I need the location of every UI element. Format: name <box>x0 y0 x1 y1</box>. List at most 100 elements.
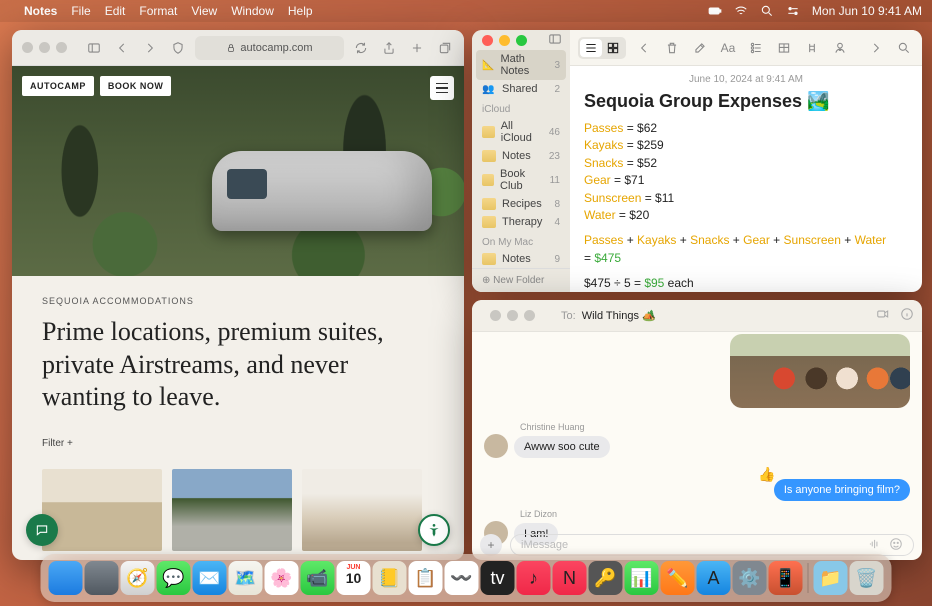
menu-view[interactable]: View <box>191 4 217 18</box>
window-zoom-button[interactable] <box>516 35 527 46</box>
window-close-button[interactable] <box>22 42 33 53</box>
dock-app-tv[interactable]: tv <box>481 561 515 595</box>
sidebar-toggle-icon[interactable] <box>83 37 105 59</box>
dock-trash[interactable]: 🗑️ <box>850 561 884 595</box>
wifi-icon[interactable] <box>734 4 748 18</box>
menu-window[interactable]: Window <box>231 4 274 18</box>
dock-app-numbers[interactable]: 📊 <box>625 561 659 595</box>
window-zoom-button[interactable] <box>524 310 535 321</box>
window-zoom-button[interactable] <box>56 42 67 53</box>
spotlight-icon[interactable] <box>760 4 774 18</box>
message-input[interactable]: iMessage <box>510 534 914 556</box>
dock-app-settings[interactable]: ⚙️ <box>733 561 767 595</box>
battery-icon[interactable] <box>708 4 722 18</box>
dock-app-facetime[interactable]: 📹 <box>301 561 335 595</box>
dock-app-notes[interactable]: ✏️ <box>661 561 695 595</box>
facetime-video-icon[interactable] <box>876 307 890 324</box>
dock-app-calendar[interactable]: JUN10 <box>337 561 371 595</box>
menu-edit[interactable]: Edit <box>105 4 126 18</box>
privacy-icon[interactable] <box>167 37 189 59</box>
book-now-button[interactable]: BOOK NOW <box>100 76 172 96</box>
dock-app-contacts[interactable]: 📒 <box>373 561 407 595</box>
audio-record-icon[interactable] <box>867 537 881 554</box>
control-center-icon[interactable] <box>786 4 800 18</box>
list-view-icon[interactable] <box>580 39 602 57</box>
forward-button[interactable] <box>139 37 161 59</box>
lock-note-icon[interactable] <box>830 38 850 58</box>
folder-book-club[interactable]: Book Club11 <box>472 165 570 195</box>
app-menu[interactable]: Notes <box>24 4 57 18</box>
window-minimize-button[interactable] <box>507 310 518 321</box>
shared-photo[interactable] <box>730 334 910 408</box>
format-icon[interactable]: Aa <box>718 38 738 58</box>
dock-app-appstore[interactable]: A <box>697 561 731 595</box>
folder-all-icloud[interactable]: All iCloud46 <box>472 117 570 147</box>
view-toggle[interactable] <box>578 37 626 59</box>
more-icon[interactable] <box>866 38 886 58</box>
site-logo[interactable]: AUTOCAMP <box>22 76 94 96</box>
folder-math-notes[interactable]: Math Notes 3 <box>476 50 566 80</box>
folder-therapy[interactable]: Therapy4 <box>472 213 570 231</box>
back-button[interactable] <box>111 37 133 59</box>
thread-name[interactable]: Wild Things 🏕️ <box>582 309 656 322</box>
chat-fab-button[interactable] <box>26 514 58 546</box>
new-tab-button[interactable] <box>406 37 428 59</box>
dock-app-safari[interactable]: 🧭 <box>121 561 155 595</box>
incoming-message[interactable]: Awww soo cute <box>514 436 610 458</box>
dock-app-mail[interactable]: ✉️ <box>193 561 227 595</box>
note-content[interactable]: June 10, 2024 at 9:41 AM Sequoia Group E… <box>570 66 922 292</box>
tabs-button[interactable] <box>434 37 456 59</box>
folder-mac-notes[interactable]: Notes9 <box>472 250 570 268</box>
folder-count: 46 <box>549 127 560 138</box>
sidebar-toggle-icon[interactable] <box>548 32 562 49</box>
info-icon[interactable] <box>900 307 914 324</box>
window-close-button[interactable] <box>482 35 493 46</box>
dock-app-passwords[interactable]: 🔑 <box>589 561 623 595</box>
accommodation-thumbnail[interactable] <box>42 469 162 551</box>
menu-file[interactable]: File <box>71 4 90 18</box>
folder-recipes[interactable]: Recipes8 <box>472 195 570 213</box>
menu-format[interactable]: Format <box>139 4 177 18</box>
folder-shared[interactable]: Shared 2 <box>472 80 570 98</box>
hamburger-menu-button[interactable] <box>430 76 454 100</box>
table-icon[interactable] <box>774 38 794 58</box>
accommodation-thumbnail[interactable] <box>172 469 292 551</box>
window-close-button[interactable] <box>490 310 501 321</box>
emoji-icon[interactable] <box>889 537 903 554</box>
window-minimize-button[interactable] <box>39 42 50 53</box>
new-folder-button[interactable]: ⊕ New Folder <box>472 268 570 292</box>
reload-button[interactable] <box>350 37 372 59</box>
chat-transcript[interactable]: Christine Huang Awww soo cute 👍 Is anyon… <box>472 332 922 530</box>
accommodation-thumbnail[interactable] <box>302 469 422 551</box>
avatar[interactable] <box>484 434 508 458</box>
accessibility-fab-button[interactable] <box>418 514 450 546</box>
dock-app-messages[interactable]: 💬 <box>157 561 191 595</box>
dock-app-maps[interactable]: 🗺️ <box>229 561 263 595</box>
outgoing-message[interactable]: Is anyone bringing film? <box>774 479 910 501</box>
trash-icon[interactable] <box>662 38 682 58</box>
dock-downloads[interactable]: 📁 <box>814 561 848 595</box>
checklist-icon[interactable] <box>746 38 766 58</box>
filter-button[interactable]: Filter + <box>42 438 434 449</box>
menubar-clock[interactable]: Mon Jun 10 9:41 AM <box>812 4 922 18</box>
share-button[interactable] <box>378 37 400 59</box>
grid-view-icon[interactable] <box>602 39 624 57</box>
menu-help[interactable]: Help <box>288 4 313 18</box>
url-bar[interactable]: autocamp.com <box>195 36 344 60</box>
search-icon[interactable] <box>894 38 914 58</box>
dock-app-music[interactable]: ♪ <box>517 561 551 595</box>
apps-plus-button[interactable]: + <box>480 534 502 556</box>
dock-app-reminders[interactable]: 📋 <box>409 561 443 595</box>
media-icon[interactable] <box>802 38 822 58</box>
back-icon[interactable] <box>634 38 654 58</box>
compose-icon[interactable] <box>690 38 710 58</box>
window-minimize-button[interactable] <box>499 35 510 46</box>
dock-app-launchpad[interactable] <box>85 561 119 595</box>
dock-app-freeform[interactable]: 〰️ <box>445 561 479 595</box>
dock-app-news[interactable]: N <box>553 561 587 595</box>
folder-notes[interactable]: Notes23 <box>472 147 570 165</box>
dock-app-finder[interactable] <box>49 561 83 595</box>
dock-app-photos[interactable]: 🌸 <box>265 561 299 595</box>
dock-app-iphone-mirroring[interactable]: 📱 <box>769 561 803 595</box>
reaction-emoji[interactable]: 👍 <box>758 466 775 483</box>
